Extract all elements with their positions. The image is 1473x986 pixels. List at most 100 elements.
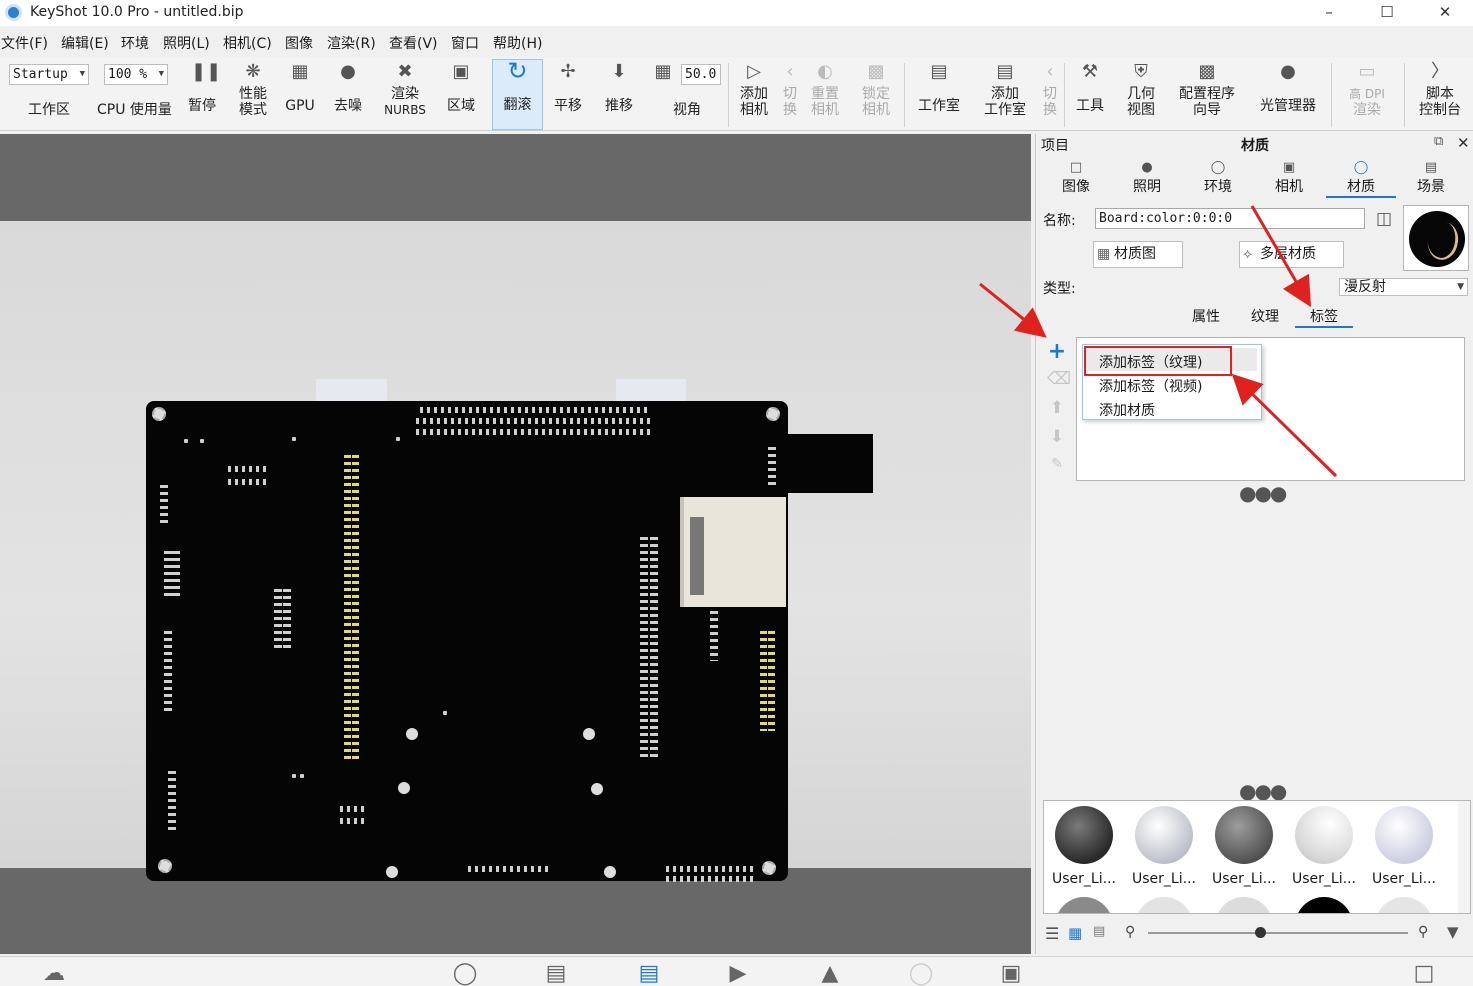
menu-edit[interactable]: 编辑(E) — [60, 33, 110, 55]
fov-input[interactable]: 50.0 — [681, 64, 721, 85]
menu-file[interactable]: 文件(F) — [0, 33, 49, 55]
camera-plus-icon: ▷ — [747, 61, 761, 82]
light-manager-button[interactable]: ● 光管理器 — [1256, 61, 1320, 114]
minimize-icon[interactable]: – — [1306, 0, 1352, 26]
library-book-icon[interactable]: ▤ — [538, 961, 574, 986]
mount-hole — [762, 861, 776, 875]
move-up-icon[interactable]: ⬆ — [1047, 398, 1067, 418]
geometry-view-button[interactable]: ⛨ 几何 视图 — [1120, 61, 1162, 118]
library-scrollbar[interactable] — [1458, 801, 1470, 913]
tools-button[interactable]: ⚒ 工具 — [1072, 61, 1108, 114]
tab-environment[interactable]: ◯ 环境 — [1188, 160, 1248, 196]
maximize-icon[interactable]: ☐ — [1364, 0, 1410, 26]
pan-button[interactable]: ✢ 平移 — [548, 61, 588, 114]
reset-camera-button[interactable]: ◐ 重置 相机 — [806, 61, 844, 118]
render-viewport[interactable] — [0, 134, 1031, 954]
gpu-label: GPU — [285, 98, 315, 114]
zoom-out-icon[interactable]: ⚲ — [1125, 924, 1135, 940]
gpu-button[interactable]: ▦ GPU — [282, 61, 318, 114]
material-graph-button[interactable]: ▦ 材质图 — [1093, 241, 1183, 268]
denoise-button[interactable]: ● 去噪 — [328, 61, 368, 114]
cloud-library-icon[interactable]: ☁ — [36, 961, 72, 986]
subtab-properties[interactable]: 属性 — [1177, 306, 1235, 328]
material-preview[interactable] — [1403, 205, 1469, 271]
switch-camera-button[interactable]: ‹ 切换 — [779, 61, 801, 118]
library-thumbnail[interactable] — [1135, 806, 1193, 864]
hidpi-render-button[interactable]: ▭ 高 DPI 渲染 — [1340, 61, 1394, 118]
graph-icon: ▦ — [1097, 246, 1111, 262]
region-button[interactable]: ▣ 区域 — [441, 61, 481, 114]
close-icon[interactable]: ✕ — [1422, 0, 1468, 26]
tab-image[interactable]: □ 图像 — [1046, 160, 1106, 196]
menu-help[interactable]: 帮助(H) — [492, 33, 543, 55]
menu-view[interactable]: 查看(V) — [388, 33, 439, 55]
web-icon[interactable]: ◯ — [903, 961, 939, 986]
move-down-icon[interactable]: ⬇ — [1047, 427, 1067, 447]
add-label-icon[interactable]: + — [1047, 339, 1067, 364]
save-icon[interactable]: ◫ — [1373, 209, 1395, 229]
render-nurbs-button[interactable]: ✖ 渲染 NURBS — [380, 61, 430, 118]
close-icon[interactable]: ✕ — [1457, 134, 1470, 152]
label-edit-icon[interactable]: ✎ — [1047, 456, 1067, 476]
library-thumbnail[interactable] — [1215, 806, 1273, 864]
import-icon[interactable]: ◯ — [447, 961, 483, 986]
trash-icon[interactable]: ⌫ — [1047, 369, 1071, 389]
splitter-dots-icon[interactable]: ●●● — [1239, 483, 1287, 503]
keyshotxr-cube-icon[interactable]: ▲ — [812, 961, 848, 986]
menu-item-add-label-video[interactable]: 添加标签（视频) — [1099, 376, 1202, 396]
material-type-select[interactable]: 漫反射 ▼ — [1339, 278, 1468, 296]
menu-camera[interactable]: 相机(C) — [222, 33, 273, 55]
multi-material-button[interactable]: ⟡ 多层材质 — [1239, 241, 1344, 268]
menu-item-add-material[interactable]: 添加材质 — [1099, 400, 1155, 420]
switch-studio-button[interactable]: ‹ 切换 — [1039, 61, 1061, 118]
slider-handle[interactable] — [1255, 927, 1266, 938]
configurator-wizard-button[interactable]: ▩ 配置程序 向导 — [1175, 61, 1239, 118]
project-icon[interactable]: ▤ — [631, 961, 667, 986]
tumble-button[interactable]: ↻ 翻滚 — [492, 59, 543, 130]
grid-view-icon[interactable]: ▦ — [1068, 924, 1082, 942]
add-studio-button[interactable]: ▤ 添加 工作室 — [980, 61, 1030, 118]
splitter-dots-icon[interactable]: ●●● — [1239, 781, 1287, 801]
render-stage — [0, 221, 1031, 882]
script-console-button[interactable]: 〉 脚本 控制台 — [1413, 61, 1467, 118]
library-thumbnail[interactable] — [1135, 897, 1193, 913]
library-thumbnail[interactable] — [1215, 897, 1273, 913]
tree-view-icon[interactable]: ▤ — [1093, 924, 1105, 939]
menu-window[interactable]: 窗口 — [450, 33, 480, 55]
library-thumbnail[interactable] — [1295, 897, 1353, 913]
zoom-in-icon[interactable]: ⚲ — [1418, 924, 1428, 940]
subtab-labels[interactable]: 标签 — [1295, 306, 1353, 328]
animation-icon[interactable]: ▶ — [720, 961, 756, 986]
tab-material[interactable]: ◯ 材质 — [1326, 160, 1396, 198]
list-view-icon[interactable]: ☰ — [1045, 924, 1059, 943]
performance-mode-button[interactable]: ❋ 性能 模式 — [232, 61, 274, 118]
render-camera-icon[interactable]: ▣ — [993, 961, 1029, 986]
menu-environment[interactable]: 环境 — [120, 33, 150, 55]
cpu-usage-select[interactable]: 100 % ▼ — [104, 64, 168, 85]
library-thumbnail[interactable] — [1375, 897, 1433, 913]
material-sphere-icon: ◯ — [1353, 160, 1369, 175]
pause-button[interactable]: ❚❚ 暂停 — [182, 61, 222, 114]
menu-image[interactable]: 图像 — [284, 33, 314, 55]
library-thumbnail[interactable] — [1055, 897, 1113, 913]
dolly-button[interactable]: ⬇ 推移 — [599, 61, 639, 114]
undock-icon[interactable]: ⧉ — [1434, 134, 1443, 149]
library-thumbnail[interactable] — [1295, 806, 1353, 864]
subtab-texture[interactable]: 纹理 — [1236, 306, 1294, 328]
hidpi-label-1: 高 DPI — [1349, 87, 1385, 101]
menu-lighting[interactable]: 照明(L) — [162, 33, 211, 55]
screenshot-icon[interactable]: □ — [1406, 961, 1442, 986]
material-name-input[interactable]: Board:color:0:0:0 — [1095, 208, 1365, 229]
tab-camera[interactable]: ▣ 相机 — [1259, 160, 1319, 196]
filter-icon[interactable]: ▼ — [1447, 923, 1459, 941]
library-thumbnail[interactable] — [1375, 806, 1433, 864]
library-thumbnail[interactable] — [1055, 806, 1113, 864]
studio-button[interactable]: ▤ 工作室 — [914, 61, 964, 114]
menu-render[interactable]: 渲染(R) — [326, 33, 377, 55]
workspace-select[interactable]: Startup ▼ — [9, 64, 89, 85]
thumbnail-size-slider[interactable] — [1148, 932, 1408, 934]
lock-camera-button[interactable]: ▩ 锁定 相机 — [857, 61, 895, 118]
tab-lighting[interactable]: ● 照明 — [1117, 160, 1177, 196]
tab-scene[interactable]: ▤ 场景 — [1401, 160, 1461, 196]
add-camera-button[interactable]: ▷ 添加 相机 — [735, 61, 773, 118]
